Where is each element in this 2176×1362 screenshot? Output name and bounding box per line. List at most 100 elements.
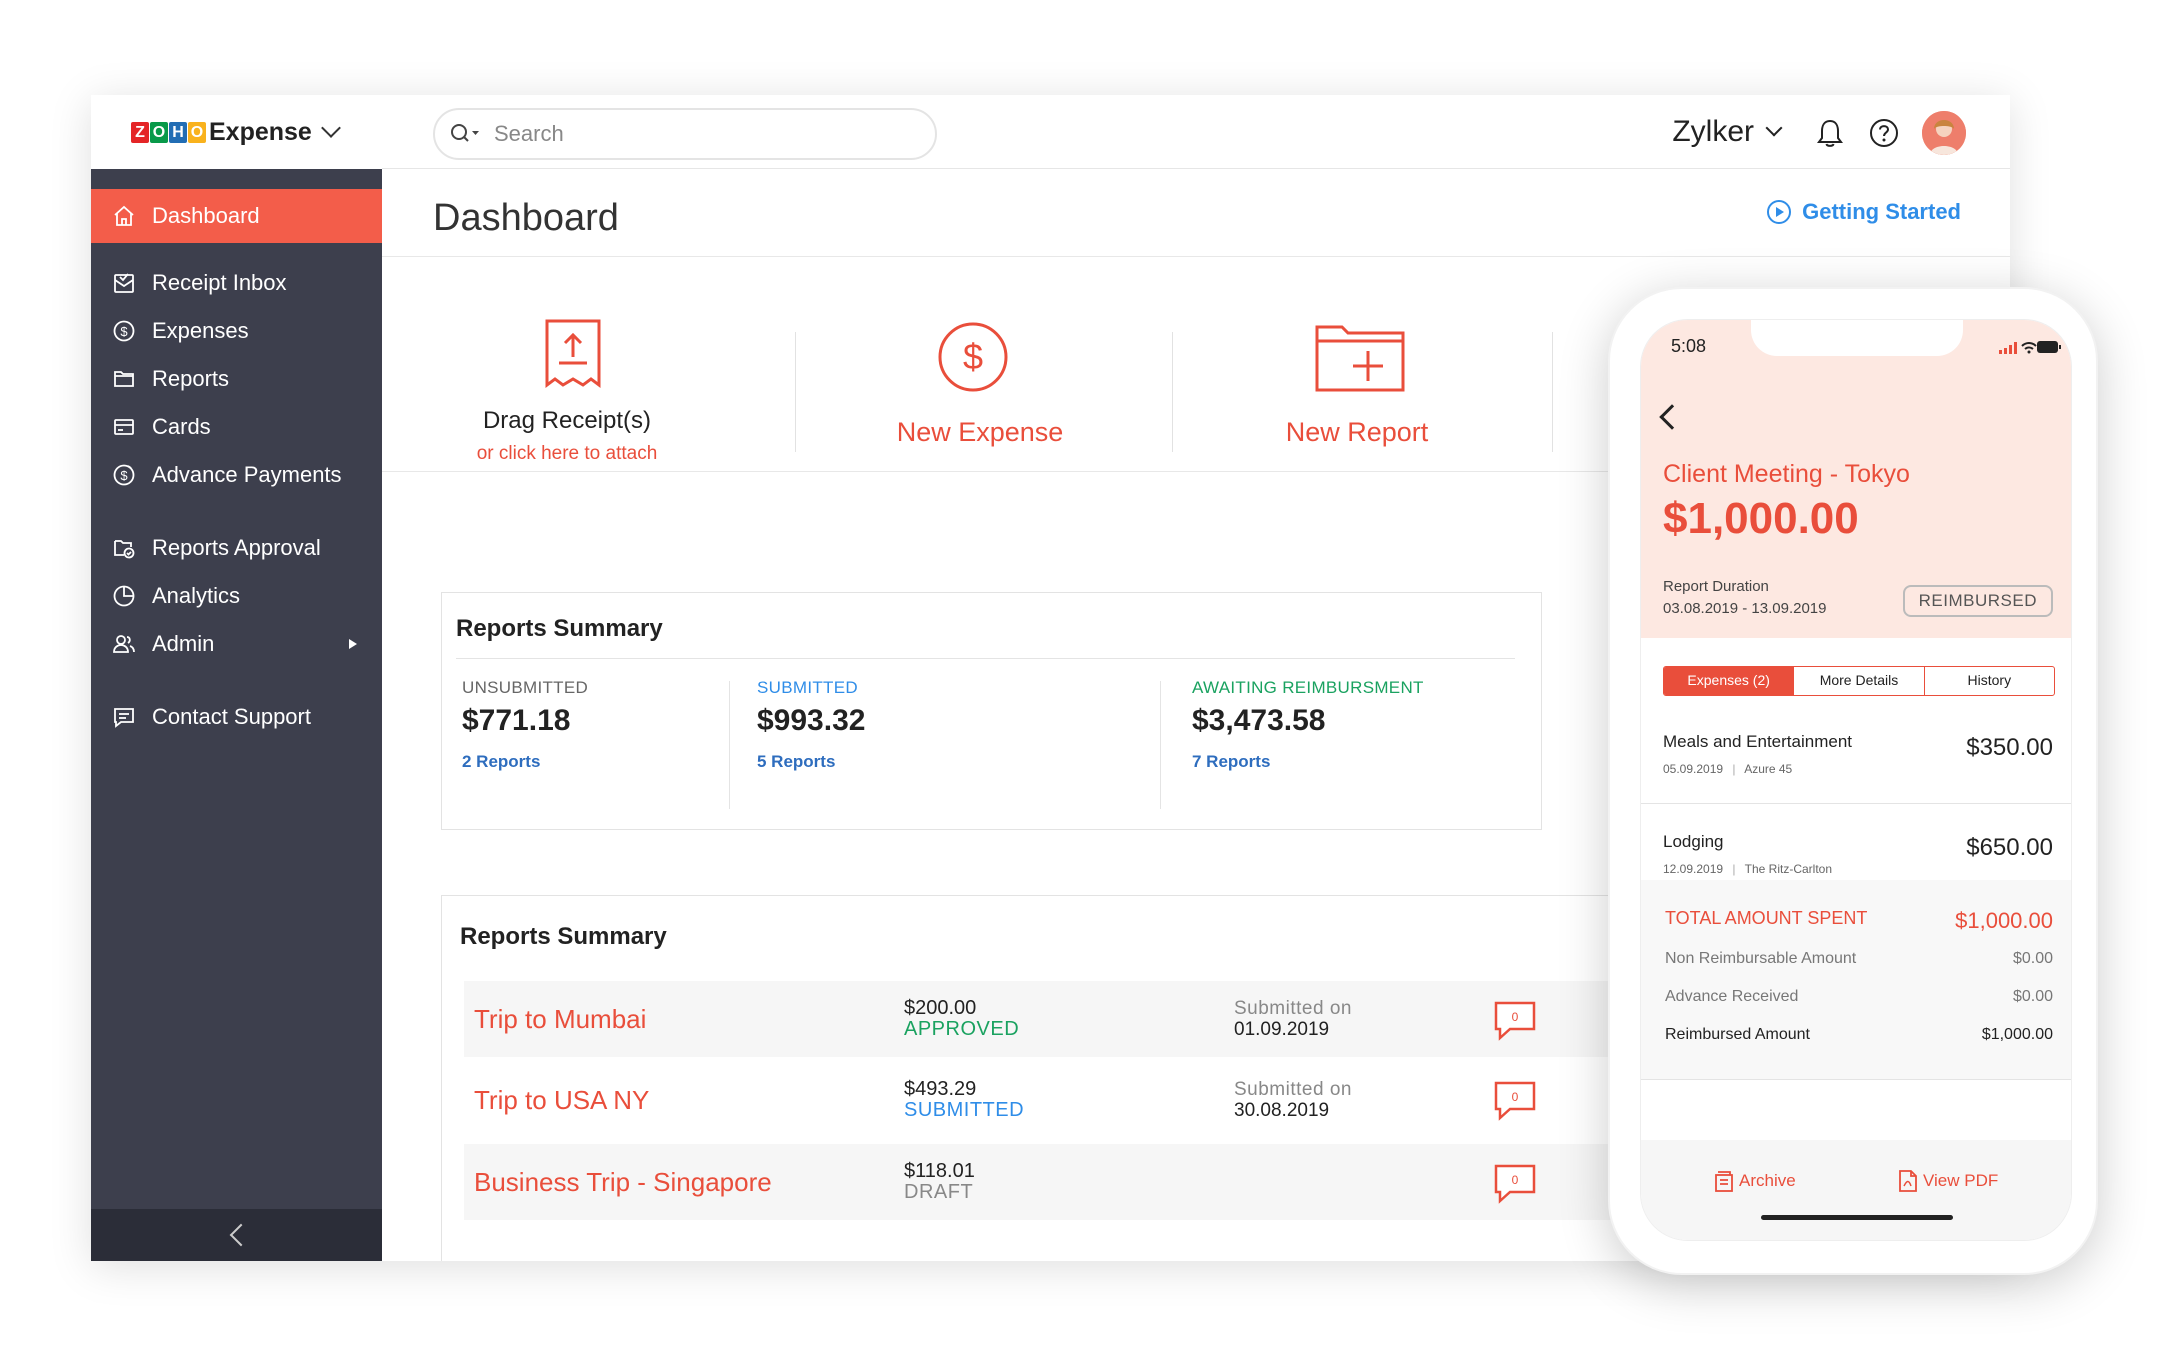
sidebar-item-dashboard[interactable]: Dashboard — [91, 189, 382, 243]
svg-text:$: $ — [963, 336, 983, 377]
back-icon[interactable] — [1659, 404, 1685, 430]
total-value: $1,000.00 — [1981, 1026, 2053, 1043]
tab-bar: Expenses (2) More Details History — [1663, 666, 2055, 696]
archive-icon — [1715, 1171, 1733, 1192]
tab-more-details[interactable]: More Details — [1794, 667, 1925, 695]
report-title: Client Meeting - Tokyo — [1663, 460, 1910, 488]
summary-submitted[interactable]: SUBMITTED $993.32 5 Reports — [757, 678, 865, 772]
users-icon — [112, 632, 136, 656]
table-row[interactable]: Trip to Mumbai $200.00 APPROVED Submitte… — [464, 981, 1741, 1057]
user-avatar-icon — [1922, 111, 1966, 155]
sidebar-collapse-button[interactable] — [91, 1209, 382, 1261]
expense-meta: 12.09.2019 | The Ritz-Carlton — [1663, 862, 1832, 876]
search-icon — [451, 124, 479, 142]
logo-letter: O — [188, 121, 206, 143]
report-amount: $1,000.00 — [1663, 494, 1859, 543]
table-row[interactable]: Business Trip - Singapore $118.01 DRAFT … — [464, 1144, 1741, 1220]
pie-chart-icon — [112, 584, 136, 608]
dollar-circle-icon: $ — [112, 319, 136, 343]
expense-date: 05.09.2019 — [1663, 762, 1724, 776]
topbar: Zylker — [382, 95, 2010, 169]
expense-category: Meals and Entertainment — [1663, 732, 1852, 751]
amount-value: $118.01 — [904, 1160, 975, 1182]
inbox-icon — [112, 271, 136, 295]
archive-button[interactable]: Archive — [1715, 1170, 1796, 1192]
summary-awaiting[interactable]: AWAITING REIMBURSMENT $3,473.58 7 Report… — [1192, 678, 1424, 772]
logo-letter: O — [150, 121, 168, 143]
divider — [456, 658, 1515, 659]
status-badge: SUBMITTED — [904, 1099, 1025, 1121]
comment-count: 0 — [1512, 1010, 1519, 1024]
total-row: TOTAL AMOUNT SPENT $1,000.00 — [1665, 908, 2053, 934]
play-circle-icon — [1767, 200, 1792, 224]
search-input[interactable] — [494, 121, 874, 147]
view-pdf-button[interactable]: View PDF — [1899, 1170, 1998, 1192]
tab-history[interactable]: History — [1925, 667, 2054, 695]
chevron-down-icon — [1765, 119, 1783, 137]
getting-started-label: Getting Started — [1802, 199, 1961, 224]
drag-receipt-dropzone[interactable]: Drag Receipt(s) or click here to attach — [382, 257, 752, 472]
sidebar-item-cards[interactable]: Cards — [91, 403, 382, 451]
divider — [729, 681, 730, 809]
report-name[interactable]: Trip to USA NY — [474, 1085, 649, 1116]
svg-text:$: $ — [120, 468, 128, 483]
signal-icon — [1999, 342, 2017, 354]
sidebar-item-advance-payments[interactable]: $ Advance Payments — [91, 451, 382, 499]
amount-value: $200.00 — [904, 997, 977, 1019]
sidebar-item-expenses[interactable]: $ Expenses — [91, 307, 382, 355]
page-header: Dashboard Getting Started — [382, 169, 2010, 257]
sidebar-item-admin[interactable]: Admin — [91, 620, 382, 668]
logo-letter: H — [169, 121, 187, 143]
submitted-label: Submitted on — [1234, 998, 1352, 1019]
avatar[interactable] — [1922, 111, 1966, 155]
drag-receipt-title: Drag Receipt(s) — [482, 407, 652, 434]
summary-reports-link[interactable]: 5 Reports — [757, 752, 865, 772]
report-name[interactable]: Business Trip - Singapore — [474, 1167, 772, 1198]
summary-reports-link[interactable]: 2 Reports — [462, 752, 588, 772]
comment-count: 0 — [1512, 1090, 1519, 1104]
duration-value: 03.08.2019 - 13.09.2019 — [1663, 600, 1827, 617]
report-amount: $493.29 SUBMITTED — [904, 1079, 1024, 1121]
help-icon[interactable] — [1868, 117, 1900, 149]
sidebar-item-receipt-inbox[interactable]: Receipt Inbox — [91, 259, 382, 307]
phone-notch — [1751, 320, 1963, 356]
total-label: Advance Received — [1665, 988, 1799, 1005]
report-name[interactable]: Trip to Mumbai — [474, 1004, 646, 1035]
expense-amount: $650.00 — [1966, 834, 2053, 861]
bell-icon[interactable] — [1814, 117, 1846, 149]
getting-started-link[interactable]: Getting Started — [1766, 199, 1961, 225]
total-label: Reimbursed Amount — [1665, 1026, 1810, 1043]
summary-value: $993.32 — [757, 704, 866, 737]
chevron-left-icon — [229, 1223, 252, 1247]
sidebar-item-reports[interactable]: Reports — [91, 355, 382, 403]
org-switcher[interactable]: Zylker — [1672, 115, 1783, 149]
comment-icon[interactable]: 0 — [1494, 1164, 1536, 1204]
chat-icon — [112, 705, 136, 729]
sidebar: Z O H O Expense Dashboard Receipt Inbox — [91, 95, 382, 1261]
org-name: Zylker — [1672, 115, 1754, 148]
tab-expenses[interactable]: Expenses (2) — [1664, 667, 1795, 695]
new-expense-button[interactable]: $ New Expense — [795, 257, 1165, 472]
amount-value: $493.29 — [904, 1078, 977, 1100]
new-report-button[interactable]: New Report — [1172, 257, 1542, 472]
brand-switcher[interactable]: Z O H O Expense — [91, 95, 382, 169]
sidebar-item-contact-support[interactable]: Contact Support — [91, 693, 382, 741]
view-pdf-label: View PDF — [1923, 1171, 1999, 1190]
search-box[interactable] — [433, 108, 937, 160]
phone-screen: 5:08 Client Meeting - Tokyo $1,000.00 Re… — [1640, 319, 2072, 1241]
comment-icon[interactable]: 0 — [1494, 1081, 1536, 1121]
home-indicator — [1761, 1215, 1953, 1220]
summary-unsubmitted[interactable]: UNSUBMITTED $771.18 2 Reports — [462, 678, 588, 772]
comment-icon[interactable]: 0 — [1494, 1001, 1536, 1041]
table-row[interactable]: Trip to USA NY $493.29 SUBMITTED Submitt… — [464, 1057, 1741, 1143]
sidebar-item-reports-approval[interactable]: Reports Approval — [91, 524, 382, 572]
list-item[interactable]: Meals and Entertainment 05.09.2019 | Azu… — [1641, 706, 2071, 804]
sidebar-item-analytics[interactable]: Analytics — [91, 572, 382, 620]
summary-value: $771.18 — [462, 704, 571, 737]
submitted-date: 30.08.2019 — [1234, 1100, 1330, 1121]
wifi-icon — [2021, 342, 2037, 354]
expense-merchant: Azure 45 — [1744, 762, 1793, 776]
pdf-icon — [1899, 1170, 1917, 1192]
summary-reports-link[interactable]: 7 Reports — [1192, 752, 1424, 772]
